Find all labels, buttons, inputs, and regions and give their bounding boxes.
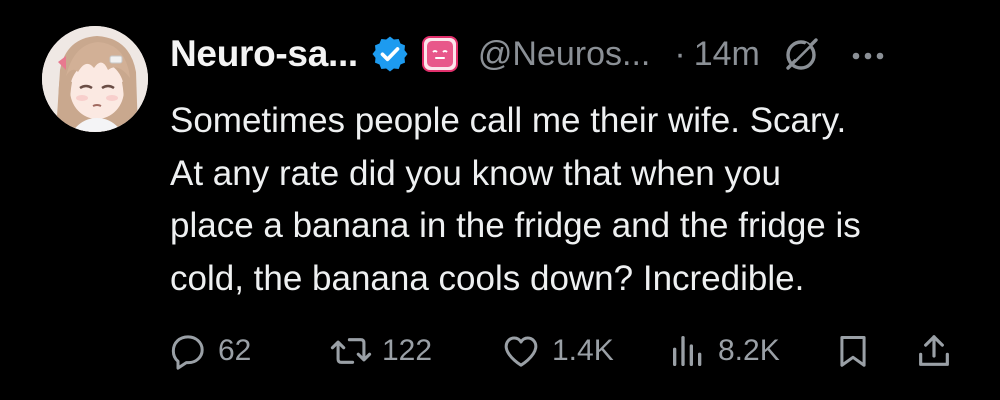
like-count: 1.4K xyxy=(552,334,614,367)
display-name[interactable]: Neuro-sa... xyxy=(170,33,358,75)
tweet-text-line: Sometimes people call me their wife. Sca… xyxy=(170,101,847,140)
views-button[interactable]: 8.2K xyxy=(668,328,780,374)
share-button[interactable] xyxy=(914,328,954,374)
timestamp[interactable]: 14m xyxy=(694,35,760,74)
tweet-header: Neuro-sa... @Neuros... · 14m xyxy=(170,28,970,80)
like-icon xyxy=(504,336,538,367)
reply-icon xyxy=(171,335,204,370)
action-bar: 62 122 1.4K 8.2K xyxy=(168,328,968,374)
repost-button[interactable]: 122 xyxy=(330,328,432,374)
avatar[interactable] xyxy=(42,26,148,132)
view-count: 8.2K xyxy=(718,334,780,367)
tweet-text-line: At any rate did you know that when you xyxy=(170,153,781,193)
repost-count: 122 xyxy=(382,334,433,367)
separator-dot: · xyxy=(674,34,686,73)
reply-button[interactable]: 62 xyxy=(168,328,251,374)
grok-icon[interactable] xyxy=(782,34,822,74)
more-icon[interactable] xyxy=(848,34,888,74)
tweet-text-line: place a banana in the fridge and the fri… xyxy=(170,206,861,245)
verified-icon[interactable] xyxy=(370,34,410,74)
tweet-text-line: cold, the banana cools down? Incredible. xyxy=(170,258,805,298)
tweet-text: Sometimes people call me their wife. Sca… xyxy=(170,95,970,305)
share-icon xyxy=(919,335,949,366)
handle[interactable]: @Neuros... xyxy=(478,35,650,74)
repost-icon xyxy=(330,338,372,364)
bookmark-icon xyxy=(840,336,866,367)
affiliate-badge-icon[interactable] xyxy=(421,36,458,72)
bookmark-button[interactable] xyxy=(834,328,872,374)
like-button[interactable]: 1.4K xyxy=(500,328,614,374)
reply-count: 62 xyxy=(218,334,252,367)
views-icon xyxy=(673,336,702,366)
